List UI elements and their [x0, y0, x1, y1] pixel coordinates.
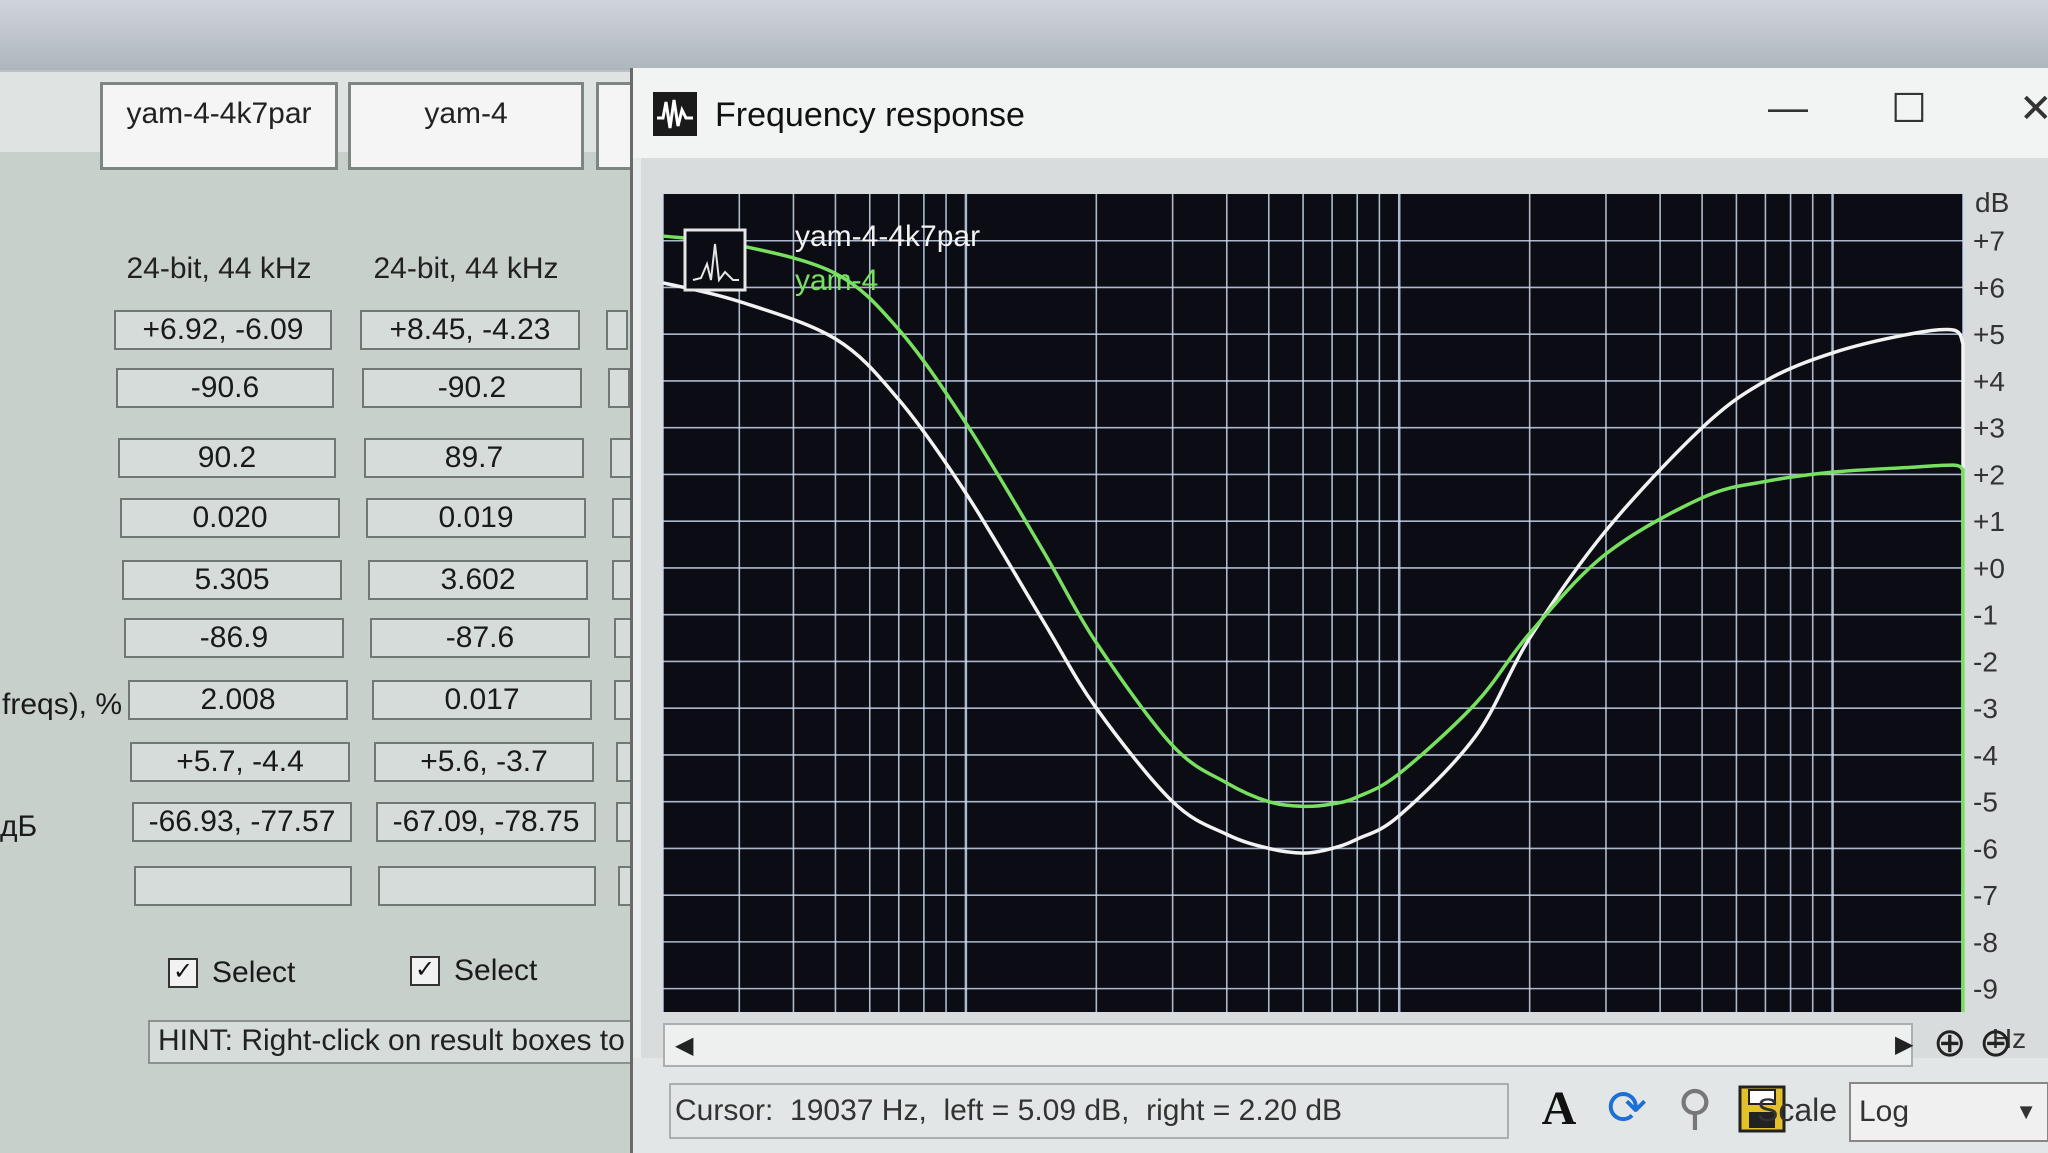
result-box[interactable]: +8.45, -4.23	[360, 310, 580, 350]
y-tick-label: -5	[1973, 787, 1998, 818]
result-box[interactable]	[134, 866, 352, 906]
app-waveform-icon	[653, 92, 697, 136]
y-tick-label: +1	[1973, 506, 2005, 537]
result-box[interactable]: 0.020	[120, 498, 340, 538]
y-tick-label: -1	[1973, 600, 1998, 631]
result-box[interactable]: -90.6	[116, 368, 334, 408]
refresh-icon[interactable]: ⟳	[1598, 1078, 1656, 1140]
result-box-partial[interactable]	[606, 310, 628, 350]
chevron-down-icon: ▼	[2015, 1099, 2037, 1124]
cursor-readout: Cursor: 19037 Hz, left = 5.09 dB, right …	[669, 1083, 1509, 1139]
result-box[interactable]: +5.7, -4.4	[130, 742, 350, 782]
select-checkbox-yam-4-4k7par[interactable]: ✓ Select	[168, 956, 295, 990]
y-tick-label: +3	[1973, 413, 2005, 444]
result-box-partial[interactable]	[608, 368, 630, 408]
frequency-response-chart[interactable]: 30501002003005001K2K3K5K10KHz+7+6+5+4+3+…	[641, 158, 2048, 1058]
results-panel	[0, 72, 640, 1153]
y-tick-label: -6	[1973, 833, 1998, 864]
title-bar[interactable]: Frequency response — ☐ ✕	[633, 68, 2048, 158]
y-tick-label: +4	[1973, 366, 2005, 397]
y-tick-label: -4	[1973, 740, 1998, 771]
close-icon[interactable]: ✕	[2019, 86, 2048, 132]
result-box-partial[interactable]	[610, 438, 632, 478]
checkbox-check-icon[interactable]: ✓	[168, 958, 198, 988]
maximize-icon[interactable]: ☐	[1891, 86, 1927, 132]
y-tick-label: +2	[1973, 459, 2005, 490]
scroll-track[interactable]: ◀	[663, 1023, 1913, 1067]
y-tick-label: +0	[1973, 553, 2005, 584]
y-tick-label: -2	[1973, 646, 1998, 677]
format-label: 24-bit, 44 kHz	[126, 252, 312, 285]
row-label-db: дБ	[0, 810, 38, 843]
zoom-in-icon[interactable]: ⊕	[1933, 1020, 1967, 1066]
font-icon[interactable]: A	[1530, 1078, 1588, 1140]
y-tick-label: -3	[1973, 693, 1998, 724]
y-tick-label: -8	[1973, 927, 1998, 958]
y-tick-label: +5	[1973, 319, 2005, 350]
result-box[interactable]: -66.93, -77.57	[132, 802, 352, 842]
column-header-yam-4[interactable]: yam-4	[348, 82, 584, 170]
result-box[interactable]: -87.6	[370, 618, 590, 658]
format-label: 24-bit, 44 kHz	[373, 252, 559, 285]
result-box[interactable]: -86.9	[124, 618, 344, 658]
hint-text: HINT: Right-click on result boxes to vie	[148, 1020, 650, 1064]
window-title: Frequency response	[715, 96, 1025, 134]
y-tick-label: +6	[1973, 272, 2005, 303]
minimize-icon[interactable]: —	[1768, 86, 1808, 131]
y-tick-label: -7	[1973, 880, 1998, 911]
scale-dropdown[interactable]: Log ▼	[1849, 1082, 2048, 1142]
column-header-yam-4-4k7par[interactable]: yam-4-4k7par	[100, 82, 338, 170]
background-window-bar	[0, 0, 2048, 70]
result-box[interactable]: -90.2	[362, 368, 582, 408]
plot-background	[663, 194, 1963, 1012]
checkbox-check-icon[interactable]: ✓	[410, 956, 440, 986]
scroll-left-icon[interactable]: ◀	[675, 1031, 693, 1060]
select-checkbox-yam-4[interactable]: ✓ Select	[410, 954, 537, 988]
result-box[interactable]: +6.92, -6.09	[114, 310, 332, 350]
result-box[interactable]: 90.2	[118, 438, 336, 478]
result-box[interactable]: 3.602	[368, 560, 588, 600]
zoom-out-icon[interactable]: ⊖	[1979, 1020, 2013, 1066]
row-label-freqs: freqs), %	[2, 688, 123, 721]
result-box[interactable]	[378, 866, 596, 906]
result-box[interactable]: 5.305	[122, 560, 342, 600]
result-box[interactable]: 2.008	[128, 680, 348, 720]
select-label: Select	[212, 956, 296, 989]
column-name: yam-4-4k7par	[126, 97, 312, 130]
frequency-response-window: Frequency response — ☐ ✕ 305010020030050…	[630, 68, 2048, 1153]
y-tick-label: -9	[1973, 974, 1998, 1005]
legend-entry-yam-4-4k7par: yam-4-4k7par	[795, 220, 980, 253]
result-box[interactable]: 0.019	[366, 498, 586, 538]
column-name: yam-4	[424, 97, 508, 130]
legend-entry-yam-4: yam-4	[795, 264, 878, 297]
y-axis-unit-label: dB	[1975, 187, 2009, 218]
result-box[interactable]: +5.6, -3.7	[374, 742, 594, 782]
scroll-right-icon[interactable]: ▶	[1895, 1030, 1913, 1059]
result-box[interactable]: 0.017	[372, 680, 592, 720]
plot-frame: 30501002003005001K2K3K5K10KHz+7+6+5+4+3+…	[641, 158, 2048, 1058]
scale-value: Log	[1859, 1095, 1910, 1128]
result-box[interactable]: -67.09, -78.75	[376, 802, 596, 842]
result-box[interactable]: 89.7	[364, 438, 584, 478]
select-label: Select	[454, 954, 538, 987]
scale-label: Scale	[1757, 1092, 1838, 1128]
y-tick-label: +7	[1973, 226, 2005, 257]
magnifier-icon[interactable]: ⚲	[1666, 1078, 1724, 1140]
